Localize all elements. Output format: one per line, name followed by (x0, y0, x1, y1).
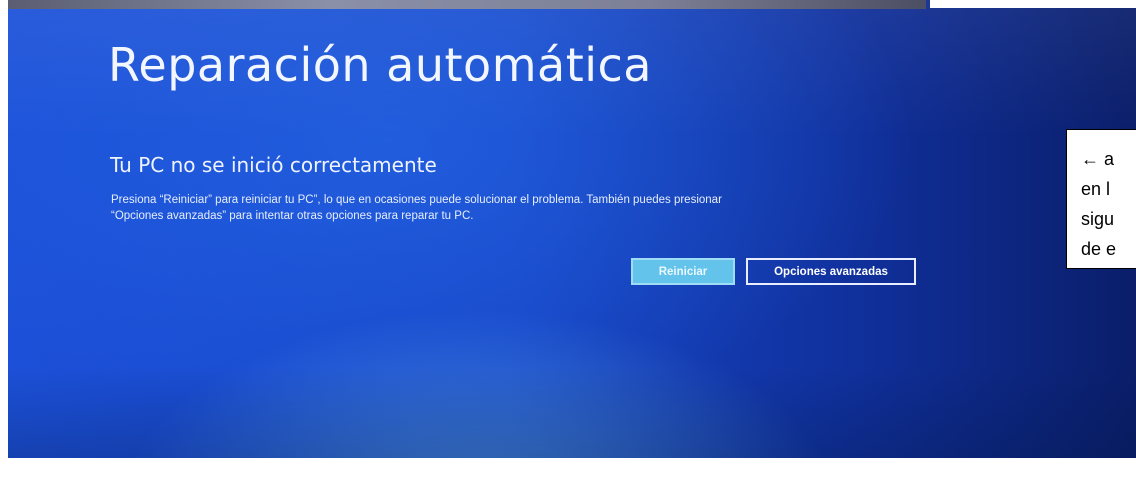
annotation-line: sigu (1081, 209, 1115, 229)
error-message-line: Presiona “Reiniciar” para reiniciar tu P… (111, 194, 722, 206)
restart-button[interactable]: Reiniciar (631, 258, 735, 285)
annotation-line: en l (1081, 179, 1111, 199)
error-heading: Tu PC no se inició correctamente (110, 153, 437, 177)
monitor-bezel (8, 0, 926, 9)
annotation-line: de e (1081, 239, 1117, 259)
photo-frame: Reparación automática Tu PC no se inició… (0, 0, 1136, 487)
page-margin-bottom (0, 458, 1136, 487)
error-message-line: “Opciones avanzadas” para intentar otras… (111, 210, 474, 222)
page-margin-top (930, 0, 1136, 8)
advanced-options-button[interactable]: Opciones avanzadas (746, 258, 916, 285)
page-title: Reparación automática (108, 38, 652, 92)
error-message: Presiona “Reiniciar” para reiniciar tu P… (111, 192, 931, 224)
annotation-callout: ← a en l sigu de e (1066, 129, 1136, 269)
annotation-line: ← a (1081, 149, 1115, 169)
